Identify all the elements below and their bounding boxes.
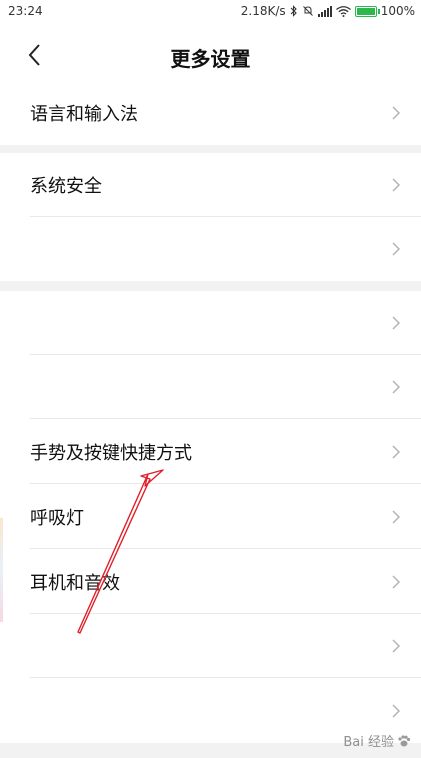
status-icons: 2.18K/s 100% xyxy=(241,4,415,18)
chevron-right-icon xyxy=(392,316,401,330)
nav-bar: 更多设置 xyxy=(0,24,421,86)
settings-row-language[interactable]: 语言和输入法 xyxy=(0,81,421,145)
baidu-jingyan-watermark: Bai 经验 xyxy=(343,731,411,750)
settings-row-blank-3[interactable] xyxy=(0,355,421,419)
signal-icon xyxy=(317,5,332,17)
status-time: 23:24 xyxy=(8,4,43,18)
bluetooth-icon xyxy=(290,5,297,17)
page-title: 更多设置 xyxy=(170,47,251,71)
net-speed: 2.18K/s xyxy=(240,4,286,18)
row-separator xyxy=(30,418,421,419)
row-label: 耳机和音效 xyxy=(30,573,120,594)
group-divider xyxy=(0,145,421,153)
battery-percent: 100% xyxy=(380,4,415,18)
row-label: 系统安全 xyxy=(30,176,102,197)
chevron-right-icon xyxy=(392,380,401,394)
chevron-right-icon xyxy=(392,510,401,524)
left-edge-accent xyxy=(0,518,3,622)
battery-icon xyxy=(354,5,380,17)
settings-row-breathing-light[interactable]: 呼吸灯 xyxy=(0,485,421,549)
settings-row-headphones-audio[interactable]: 耳机和音效 xyxy=(0,550,421,614)
row-separator xyxy=(30,677,421,678)
watermark-text: Bai 经验 xyxy=(343,735,394,750)
settings-row-blank-2[interactable] xyxy=(0,291,421,355)
status-bar: 23:24 2.18K/s 100% xyxy=(0,0,421,24)
settings-row-system-security[interactable]: 系统安全 xyxy=(0,153,421,217)
row-label: 手势及按键快捷方式 xyxy=(30,443,192,464)
settings-row-blank-4[interactable] xyxy=(0,614,421,678)
chevron-right-icon xyxy=(392,575,401,589)
bell-off-icon xyxy=(302,6,313,16)
settings-row-blank-1[interactable] xyxy=(0,217,421,281)
chevron-right-icon xyxy=(392,106,401,120)
group-divider xyxy=(0,281,421,291)
chevron-right-icon xyxy=(392,242,401,256)
chevron-right-icon xyxy=(392,704,401,718)
paw-icon xyxy=(398,734,411,746)
settings-row-gestures-shortcuts[interactable]: 手势及按键快捷方式 xyxy=(0,420,421,484)
chevron-right-icon xyxy=(392,445,401,459)
row-separator xyxy=(30,483,421,484)
row-separator xyxy=(30,548,421,549)
row-label: 语言和输入法 xyxy=(30,104,138,125)
row-label: 呼吸灯 xyxy=(30,508,84,529)
chevron-right-icon xyxy=(392,178,401,192)
wifi-icon xyxy=(335,5,351,17)
chevron-right-icon xyxy=(392,639,401,653)
